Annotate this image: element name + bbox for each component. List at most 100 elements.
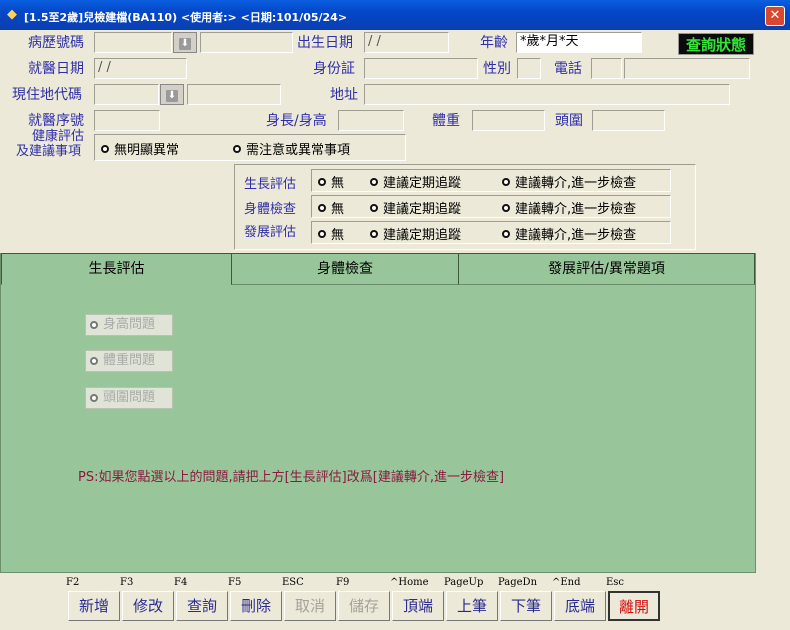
physical-opt-follow-up[interactable]: 建議定期追蹤 <box>370 198 461 217</box>
opt-label: 建議定期追蹤 <box>383 202 462 217</box>
visit-seq-label: 就醫序號 <box>28 113 84 129</box>
sex-label: 性別 <box>483 61 511 77</box>
weight-field[interactable] <box>472 110 545 131</box>
eval-row-options: 無 建議定期追蹤 建議轉介,進一步檢查 <box>311 169 671 192</box>
eval-row-options: 無 建議定期追蹤 建議轉介,進一步檢查 <box>311 195 671 218</box>
key-hint: F3 <box>120 577 134 588</box>
health-eval-group: 無明顯異常 需注意或異常事項 <box>94 134 406 161</box>
key-hint: F4 <box>174 577 188 588</box>
physical-opt-refer[interactable]: 建議轉介,進一步檢查 <box>502 198 636 217</box>
radio-icon <box>90 394 98 402</box>
key-hint: ESC <box>282 577 304 588</box>
development-opt-follow-up[interactable]: 建議定期追蹤 <box>370 224 461 243</box>
close-button[interactable]: ✕ <box>765 6 785 26</box>
phone-label: 電話 <box>554 61 582 77</box>
eval-row-label: 發展評估 <box>244 225 297 240</box>
tab-content-panel <box>0 253 756 573</box>
key-hint: F2 <box>66 577 80 588</box>
head-circumference-label: 頭圍 <box>555 113 583 129</box>
phone-area-field[interactable] <box>591 58 622 79</box>
weight-label: 體重 <box>432 113 460 129</box>
delete-button[interactable]: 刪除 <box>230 591 282 621</box>
add-button[interactable]: 新增 <box>68 591 120 621</box>
sex-field[interactable] <box>517 58 541 79</box>
head-circumference-field[interactable] <box>592 110 665 131</box>
height-problem-option[interactable]: 身高問題 <box>85 314 173 336</box>
area-name-field[interactable] <box>187 84 281 105</box>
save-button[interactable]: 儲存 <box>338 591 390 621</box>
growth-note: PS:如果您點選以上的問題,請把上方[生長評估]改爲[建議轉介,進一步檢查] <box>78 470 505 485</box>
key-hint: PageDn <box>498 577 538 588</box>
tab-growth-eval[interactable]: 生長評估 <box>1 253 232 285</box>
chart-no-input[interactable] <box>94 32 172 53</box>
health-opt-1-label: 無明顯異常 <box>114 143 180 158</box>
development-opt-none[interactable]: 無 <box>318 224 344 243</box>
chart-no-dropdown-button[interactable]: ⬇ <box>173 32 197 53</box>
query-button[interactable]: 查詢 <box>176 591 228 621</box>
birth-date-label: 出生日期 <box>297 35 353 51</box>
opt-label: 建議轉介,進一步檢查 <box>515 202 637 217</box>
key-hint: Esc <box>606 577 625 588</box>
radio-icon <box>502 229 510 238</box>
radio-icon <box>370 177 378 186</box>
key-hint: ^Home <box>390 577 429 588</box>
next-record-button[interactable]: 下筆 <box>500 591 552 621</box>
health-opt-attention[interactable]: 需注意或異常事項 <box>233 139 350 158</box>
weight-problem-option[interactable]: 體重問題 <box>85 350 173 372</box>
area-code-label: 現住地代碼 <box>12 87 82 103</box>
opt-label: 建議定期追蹤 <box>383 176 462 191</box>
id-field[interactable] <box>364 58 478 79</box>
patient-name-field[interactable] <box>200 32 293 53</box>
title-bar: ◆ [1.5至2歲]兒檢建檔(BA110) <使用者:> <日期:101/05/… <box>0 0 790 30</box>
development-opt-refer[interactable]: 建議轉介,進一步檢查 <box>502 224 636 243</box>
physical-opt-none[interactable]: 無 <box>318 198 344 217</box>
radio-icon <box>502 177 510 186</box>
visit-seq-field[interactable] <box>94 110 160 131</box>
arrow-down-icon: ⬇ <box>179 38 191 50</box>
area-code-input[interactable] <box>94 84 159 105</box>
radio-icon <box>101 144 109 153</box>
edit-button[interactable]: 修改 <box>122 591 174 621</box>
radio-icon <box>370 229 378 238</box>
exit-button[interactable]: 離開 <box>608 591 660 621</box>
health-eval-label-2: 及建議事項 <box>16 144 82 159</box>
health-opt-no-abnormal[interactable]: 無明顯異常 <box>101 139 179 158</box>
key-hint: ^End <box>552 577 581 588</box>
growth-opt-none[interactable]: 無 <box>318 172 344 191</box>
visit-date-field[interactable]: / / <box>94 58 187 79</box>
cancel-button[interactable]: 取消 <box>284 591 336 621</box>
chart-no-label: 病歷號碼 <box>28 35 84 51</box>
opt-label: 無 <box>331 176 345 191</box>
radio-icon <box>318 203 326 212</box>
address-label: 地址 <box>330 87 358 103</box>
height-field[interactable] <box>338 110 404 131</box>
head-problem-option[interactable]: 頭圍問題 <box>85 387 173 409</box>
tab-physical-exam[interactable]: 身體檢查 <box>231 253 459 285</box>
radio-icon <box>90 357 98 365</box>
opt-label: 建議轉介,進一步檢查 <box>515 228 637 243</box>
growth-opt-follow-up[interactable]: 建議定期追蹤 <box>370 172 461 191</box>
phone-number-field[interactable] <box>624 58 750 79</box>
query-status-indicator: 查詢狀態 <box>678 33 754 55</box>
opt-label: 建議轉介,進一步檢查 <box>515 176 637 191</box>
radio-icon <box>370 203 378 212</box>
birth-date-field[interactable]: / / <box>364 32 449 53</box>
app-icon: ◆ <box>7 7 17 22</box>
id-label: 身份証 <box>313 61 355 77</box>
prev-record-button[interactable]: 上筆 <box>446 591 498 621</box>
area-code-dropdown-button[interactable]: ⬇ <box>160 84 184 105</box>
radio-icon <box>318 229 326 238</box>
growth-opt-refer[interactable]: 建議轉介,進一步檢查 <box>502 172 636 191</box>
visit-date-label: 就醫日期 <box>28 61 84 77</box>
eval-row-label: 生長評估 <box>244 177 297 192</box>
option-label: 體重問題 <box>103 353 156 368</box>
key-hint: F9 <box>336 577 350 588</box>
window-title: [1.5至2歲]兒檢建檔(BA110) <使用者:> <日期:101/05/24… <box>24 11 348 24</box>
radio-icon <box>318 177 326 186</box>
last-record-button[interactable]: 底端 <box>554 591 606 621</box>
health-opt-2-label: 需注意或異常事項 <box>246 143 351 158</box>
radio-icon <box>502 203 510 212</box>
tab-development-eval[interactable]: 發展評估/異常題項 <box>458 253 755 285</box>
address-field[interactable] <box>364 84 730 105</box>
first-record-button[interactable]: 頂端 <box>392 591 444 621</box>
